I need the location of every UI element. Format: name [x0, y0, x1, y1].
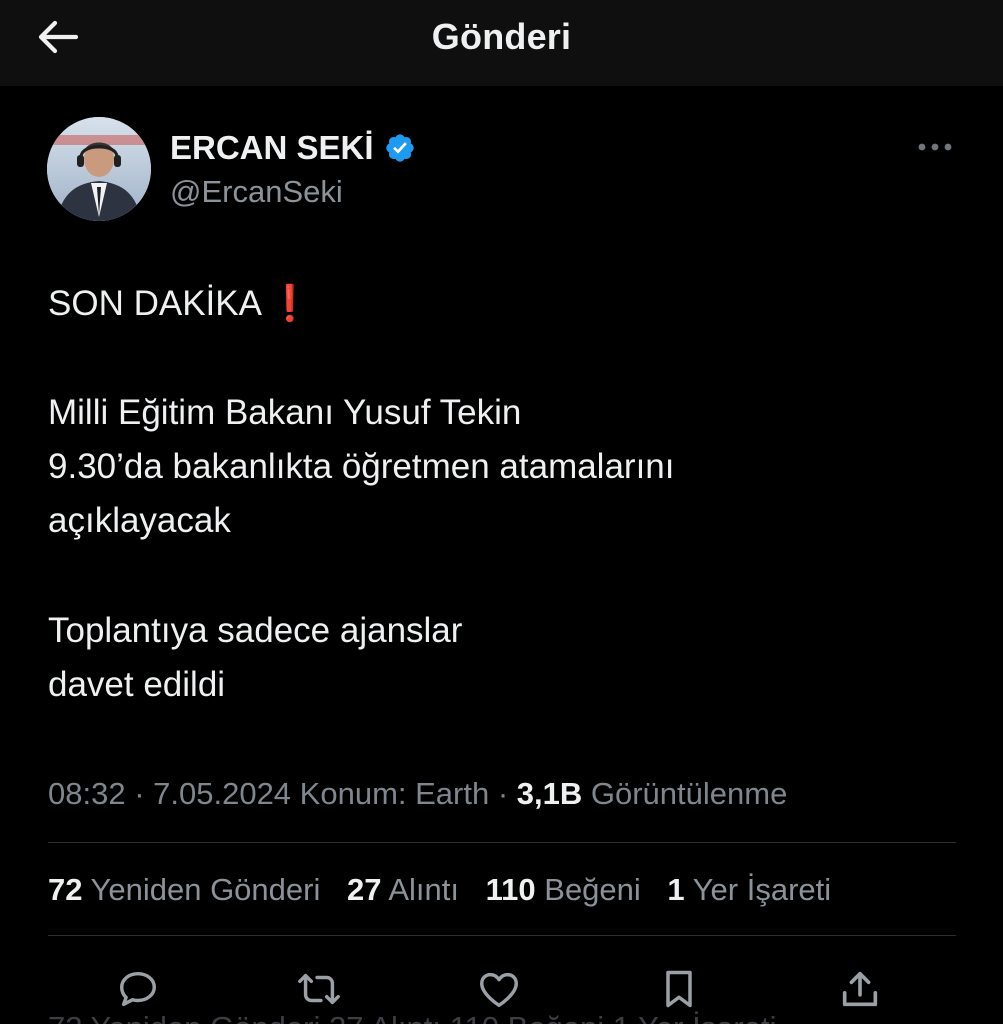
share-icon — [842, 971, 878, 1007]
divider — [48, 842, 956, 843]
divider — [48, 935, 956, 936]
more-options-button[interactable] — [912, 130, 958, 164]
tweet-location: Konum: Earth — [291, 776, 490, 811]
action-bar — [0, 958, 1003, 1018]
more-horizontal-icon — [918, 143, 952, 151]
tweet-text-line: açıklayacak — [48, 501, 231, 540]
bookmarks-label: Yer İşareti — [684, 872, 832, 907]
heart-icon — [480, 972, 518, 1008]
bookmarks-stat[interactable]: 1 Yer İşareti — [667, 868, 831, 912]
tweet-text-line: davet edildi — [48, 665, 226, 704]
repost-icon — [298, 973, 340, 1005]
likes-count: 110 — [485, 872, 536, 907]
like-button[interactable] — [474, 964, 524, 1014]
bookmark-button[interactable] — [654, 964, 704, 1014]
tweet-text-line: Toplantıya sadece ajanslar — [48, 611, 463, 650]
reposts-label: Yeniden Gönderi — [82, 872, 321, 907]
repost-button[interactable] — [294, 964, 344, 1014]
author-handle[interactable]: @ErcanSeki — [170, 172, 343, 212]
meta-separator: · — [489, 776, 517, 811]
views-label: Görüntülenme — [582, 776, 788, 811]
engagement-stats: 72 Yeniden Gönderi 27 Alıntı 110 Beğeni … — [48, 868, 831, 912]
tweet-text-line: 9.30’da bakanlıkta öğretmen atamalarını — [48, 447, 675, 486]
avatar[interactable] — [47, 117, 151, 221]
author-name[interactable]: ERCAN SEKİ — [170, 126, 416, 170]
likes-stat[interactable]: 110 Beğeni — [486, 868, 641, 912]
tweet-date: 7.05.2024 — [153, 776, 292, 811]
tweet-meta: 08:32 · 7.05.2024 Konum: Earth · 3,1B Gö… — [48, 772, 787, 816]
bookmarks-count: 1 — [667, 872, 685, 907]
page-title: Gönderi — [431, 16, 572, 57]
reposts-stat[interactable]: 72 Yeniden Gönderi — [48, 868, 320, 912]
share-button[interactable] — [835, 964, 885, 1014]
views-count[interactable]: 3,1B — [517, 776, 582, 811]
tweet-headline-text: SON DAKİKA — [48, 284, 262, 323]
author-name-text: ERCAN SEKİ — [170, 129, 374, 166]
reposts-count: 72 — [48, 872, 83, 907]
tweet-time: 08:32 — [48, 776, 126, 811]
verified-badge-icon — [385, 134, 414, 162]
reply-button[interactable] — [113, 964, 163, 1014]
quotes-count: 27 — [346, 872, 382, 907]
reply-icon — [119, 971, 157, 1007]
top-bar: Gönderi — [0, 0, 1003, 86]
exclamation-emoji-icon: ❗ — [267, 284, 312, 323]
quotes-label: Alıntı — [381, 872, 460, 907]
quotes-stat[interactable]: 27 Alıntı — [347, 868, 459, 912]
avatar-photo — [47, 117, 151, 221]
tweet-text-line: Milli Eğitim Bakanı Yusuf Tekin — [48, 393, 522, 432]
bookmark-icon — [666, 970, 692, 1008]
tweet-detail-screen: Gönderi ERCAN SEKİ @ErcanSeki SON DAKİKA… — [0, 0, 1003, 1024]
meta-separator: · — [125, 776, 154, 811]
tweet-headline: SON DAKİKA ❗ — [48, 281, 312, 327]
likes-label: Beğeni — [535, 872, 641, 907]
